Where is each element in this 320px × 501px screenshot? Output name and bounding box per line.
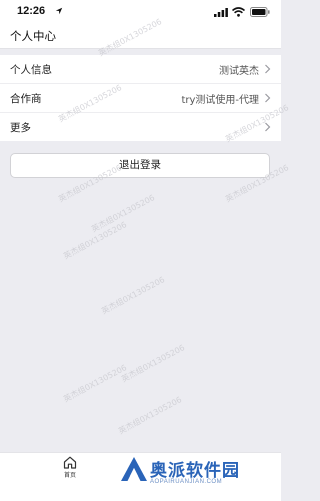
watermark: 英杰组0X1305206 [119,343,187,384]
tab-home[interactable]: 首页 [56,455,84,485]
logout-button[interactable]: 退出登录 [10,153,270,178]
location-arrow-icon [55,7,63,15]
tab-home-label: 首页 [63,472,76,479]
wifi-icon [232,7,245,17]
chevron-right-icon [265,64,271,74]
menu-item-label: 更多 [10,122,31,134]
menu-item-value: try测试使用-代理 [181,95,259,106]
brand-logo-icon [121,457,147,481]
brand-url: AOPAIRUANJIAN.COM [150,479,223,485]
battery-icon [250,7,270,17]
menu-item-partner[interactable]: 合作商 try测试使用-代理 [0,84,281,113]
status-time: 12:26 [17,5,46,17]
signal-icon [214,8,228,17]
watermark: 英杰组0X1305206 [61,363,129,404]
chevron-right-icon [265,93,271,103]
home-icon [63,456,77,469]
menu-item-label: 合作商 [10,93,42,105]
watermark: 英杰组0X1305206 [99,275,167,316]
page-title: 个人中心 [10,29,56,43]
status-bar: 12:26 [0,0,281,24]
watermark: 英杰组0X1305206 [116,395,184,436]
menu-item-value: 测试英杰 [219,66,259,77]
menu-item-label: 个人信息 [10,64,52,76]
menu-item-personal-info[interactable]: 个人信息 测试英杰 [0,55,281,84]
brand-name: 奥派软件园 [150,461,240,481]
